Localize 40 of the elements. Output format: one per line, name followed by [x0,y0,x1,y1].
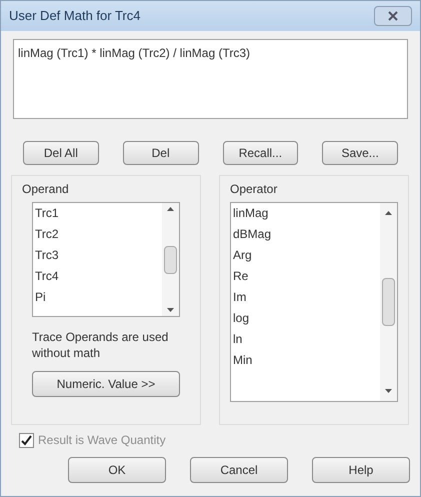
dialog-button[interactable]: Cancel [190,457,288,483]
list-item[interactable]: Trc3 [35,245,160,266]
list-item[interactable]: Pi [35,287,160,308]
up-arrow-icon [385,211,392,215]
checkmark-icon [21,434,32,446]
up-arrow-icon [167,207,174,211]
list-item[interactable]: dBMag [233,224,378,245]
list-item[interactable]: Trc2 [35,224,160,245]
dialog-button[interactable]: OK [68,457,166,483]
down-arrow-icon [167,308,174,312]
list-item[interactable]: Arg [233,245,378,266]
list-item[interactable]: ln [233,329,378,350]
list-item[interactable]: Trc1 [35,203,160,224]
list-item[interactable]: log [233,308,378,329]
down-arrow-icon [385,389,392,393]
operand-list[interactable]: Trc1 Trc2 Trc3 Trc4 Pi [32,202,180,317]
toolbar-button[interactable]: Del [122,141,198,165]
group-label: Operand [22,181,70,198]
numeric-value-button[interactable]: Numeric. Value >> [32,371,180,397]
close-icon [388,11,398,21]
scrollbar-thumb[interactable] [164,246,177,274]
scrollbar[interactable] [380,203,397,401]
close-button[interactable] [374,6,412,26]
operator-list[interactable]: linMag dBMag Arg Re Im log ln Min [230,202,398,402]
list-item[interactable]: Trc4 [35,266,160,287]
list-item[interactable]: linMag [233,203,378,224]
scrollbar-thumb[interactable] [382,278,395,326]
note-text: Trace Operands are used without math [32,329,170,361]
group-label: Operator [230,181,278,198]
toolbar-button[interactable]: Recall... [222,141,298,165]
toolbar-button[interactable]: Save... [322,141,398,165]
scrollbar[interactable] [162,203,179,316]
checkbox-label: Result is Wave Quantity [38,432,166,449]
window-title: User Def Math for Trc4 [9,7,140,26]
dialog-button[interactable]: Help [312,457,410,483]
toolbar-button[interactable]: Del All [23,141,99,165]
list-item[interactable]: Min [233,350,378,371]
list-item[interactable]: Im [233,287,378,308]
formula-field[interactable]: linMag (Trc1) * linMag (Trc2) / linMag (Trc3) [13,39,408,119]
list-item[interactable]: Re [233,266,378,287]
